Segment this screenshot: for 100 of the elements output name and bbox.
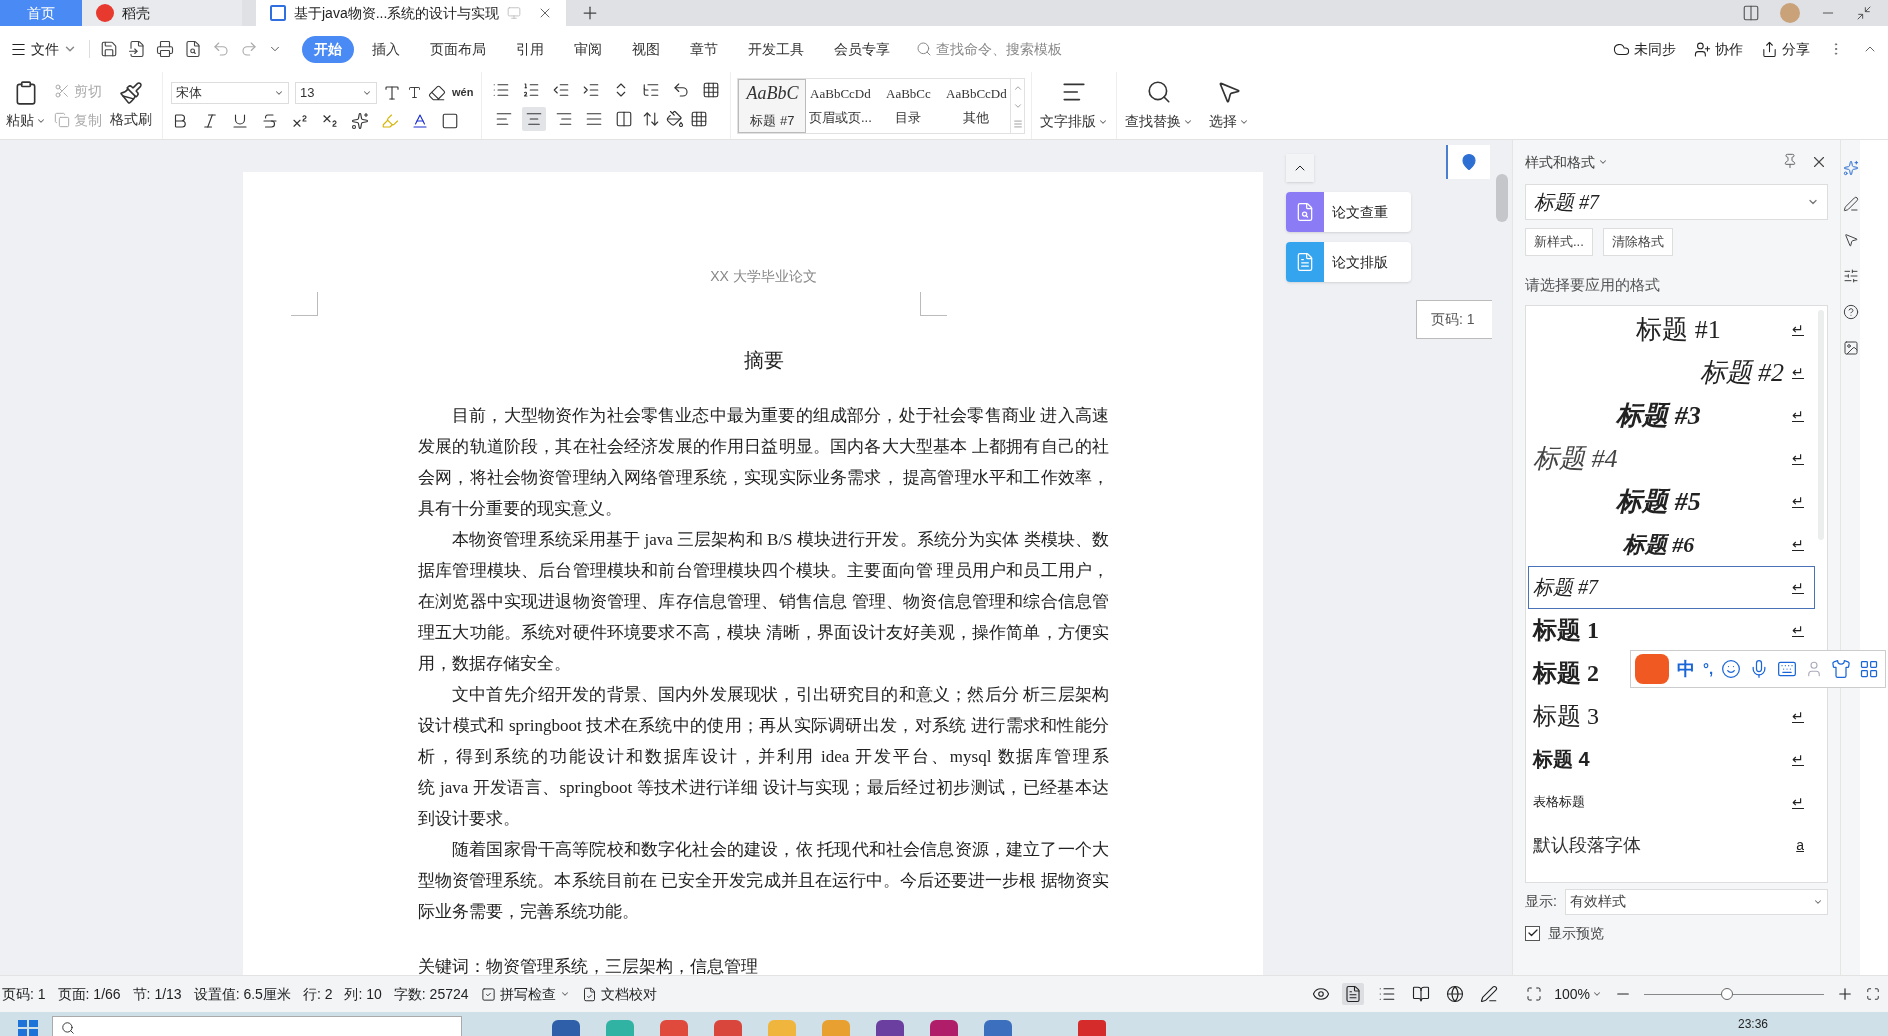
help-icon[interactable] [1842,304,1859,320]
format-painter-label[interactable]: 格式刷 [110,109,152,130]
style-list-item[interactable]: 标题 #6 ↵ [1528,522,1815,566]
toolbar-action[interactable]: 分享 [1761,38,1810,60]
image-icon[interactable] [1842,340,1859,356]
ime-toolbar[interactable]: 中 °, [1630,650,1886,688]
proofread-button[interactable]: 文档校对 [581,983,657,1005]
style-list-item[interactable]: 标题 3 ↵ [1528,694,1815,738]
restore-icon[interactable] [1856,5,1872,21]
style-list-item[interactable]: 标题 #5 ↵ [1528,479,1815,523]
ribbon-tab[interactable]: 开发工具 [736,35,816,63]
thesis-tool-button[interactable]: 论文排版 [1286,242,1411,282]
character-border-icon[interactable] [441,111,459,130]
ribbon-tab[interactable]: 视图 [620,35,672,63]
sliders-icon[interactable] [1842,268,1859,284]
style-list-item[interactable]: 表格标题 ↵ [1528,780,1815,824]
emoji-icon[interactable] [1721,659,1742,679]
ime-punctuation[interactable]: °, [1703,657,1714,681]
panel-title[interactable]: 样式和格式 [1525,151,1608,173]
style-action-button[interactable]: 清除格式 [1602,228,1673,256]
line-spacing-icon[interactable] [642,109,661,128]
style-list-item[interactable]: 标题 1 ↵ [1528,608,1815,652]
clear-format-icon[interactable] [428,83,446,102]
phonetic-guide[interactable]: wén [452,87,474,98]
ribbon-tab[interactable]: 页面布局 [418,35,498,63]
text-effect-icon[interactable] [351,111,369,130]
style-list-item[interactable]: 标题 4 ↵ [1528,737,1815,781]
italic-icon[interactable] [201,111,219,130]
preview-checkbox[interactable] [1525,925,1540,941]
zoom-slider-thumb[interactable] [1720,988,1733,1000]
save-icon[interactable] [100,40,118,58]
style-list-item[interactable]: 默认段落字体 a [1528,823,1815,867]
ime-mode[interactable]: 中 [1677,655,1695,683]
show-filter-dropdown[interactable]: 有效样式 [1564,888,1828,915]
style-list-item[interactable]: 标题 #2 ↵ [1528,350,1815,394]
shrink-font-icon[interactable] [407,85,422,100]
fit-page-icon[interactable] [1526,986,1543,1002]
print-icon[interactable] [156,40,174,58]
window-tab[interactable]: 基于java物资...系统的设计与实现 [256,0,566,26]
borders-icon[interactable] [690,109,709,128]
toolbox-icon[interactable] [1859,659,1880,679]
style-list-item[interactable]: 标题 #7 ↵ [1528,565,1815,609]
toolbar-action[interactable]: 未同步 [1613,38,1676,60]
print-preview-icon[interactable] [184,40,202,58]
ribbon-tab[interactable]: 会员专享 [822,35,902,63]
current-style-dropdown[interactable]: 标题 #7 [1525,184,1828,220]
sparkle-icon[interactable] [1842,160,1859,176]
text-layout-button[interactable]: 文字排版 [1031,72,1117,139]
ribbon-tab[interactable]: 审阅 [562,35,614,63]
scrollbar[interactable] [1492,140,1512,975]
paste-button[interactable]: 粘贴 [6,110,46,131]
strikethrough-icon[interactable] [261,111,279,130]
fullscreen-icon[interactable] [1866,987,1880,1001]
body-paragraph: 目前，大型物资作为社会零售业态中最为重要的组成部分，处于社会零售商业 进入高速发展的轨道阶段，其在社会经济发展的作用日益明显。国内各大大型基本 上都拥有自己的社会网，将社会物资管理纳入网络管理系统，实现实际业务需求， 提高管理水平和工作效率，具有十分重要的现实意义。 [418,405,1109,520]
ruler-icon[interactable] [702,80,721,99]
zoom-level[interactable]: 100% [1554,983,1602,1005]
font-name-field[interactable]: 宋体 [171,81,289,104]
shading-icon[interactable] [666,109,685,128]
style-action-button[interactable]: 新样式... [1525,228,1593,256]
ribbon-tab[interactable]: 插入 [360,35,412,63]
zoom-slider[interactable] [1644,987,1824,1001]
style-list-item[interactable]: 标题 #3 ↵ [1528,393,1815,437]
style-gallery-item[interactable]: AaBbCc 目录 [874,78,943,133]
toolbar-action[interactable]: 协作 [1694,38,1743,60]
pointer-icon[interactable] [1842,232,1859,248]
format-painter-icon[interactable] [119,81,143,105]
ribbon-tab[interactable]: 章节 [678,35,730,63]
keyboard-icon[interactable] [1777,659,1798,679]
find-replace-button[interactable]: 查找替换 [1116,72,1202,139]
select-button[interactable]: 选择 [1201,72,1258,139]
style-gallery-item[interactable]: AaBbCcDd 其他 [942,78,1011,133]
style-gallery-item[interactable]: AaBbCcDd 页眉或页... [806,78,875,133]
page-number-tooltip: 页码: 1 [1416,300,1492,339]
align-center-icon[interactable] [522,106,547,131]
add-user-icon [1694,40,1711,58]
style-gallery-item[interactable]: AaBbC 标题 #7 [738,78,807,133]
start-icon[interactable] [18,1020,38,1036]
font-size-field[interactable]: 13 [295,81,377,104]
thesis-tool-button[interactable]: 论文查重 [1286,192,1411,232]
underline-icon[interactable] [231,111,249,130]
file-menu[interactable]: 文件 [10,38,85,60]
style-list-item[interactable]: 标题 #1 ↵ [1528,307,1815,351]
command-search-field[interactable]: 查找命令、搜索模板 [916,38,1106,60]
style-list-item[interactable]: 标题 #4 ↵ [1528,436,1815,480]
taskbar-search-field[interactable] [52,1016,462,1036]
spell-check-button[interactable]: 拼写检查 [480,983,570,1005]
window-tab[interactable]: 稻壳 [82,0,242,26]
page-view-icon[interactable] [1342,983,1365,1005]
ribbon-tab[interactable]: 引用 [504,35,556,63]
location-button[interactable] [1446,145,1490,179]
window-layout-icon[interactable] [1742,4,1760,22]
document-title: 摘要 [742,348,785,373]
zoom-in-icon[interactable] [1836,985,1854,1003]
numbered-list-icon[interactable] [522,80,541,99]
pin-icon[interactable] [1782,153,1798,169]
export-icon[interactable] [128,40,146,58]
show-marks-icon[interactable] [672,80,691,99]
grow-font-icon[interactable] [383,83,401,102]
skin-icon[interactable] [1831,659,1852,679]
eye-icon[interactable] [1312,985,1331,1003]
